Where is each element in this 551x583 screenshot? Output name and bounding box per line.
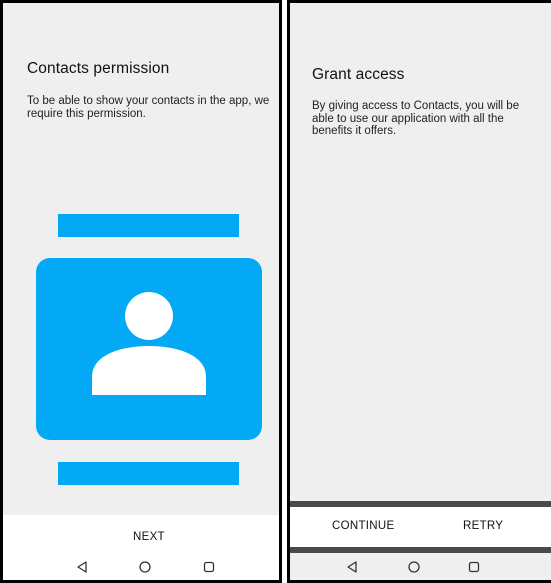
- next-button[interactable]: NEXT: [133, 531, 165, 543]
- recents-icon[interactable]: [467, 560, 481, 574]
- access-description: By giving access to Contacts, you will b…: [312, 100, 520, 137]
- contacts-permission-screen: Contacts permission To be able to show y…: [0, 0, 282, 583]
- dialog-button-bar: CONTINUE RETRY: [290, 507, 551, 547]
- home-icon[interactable]: [407, 560, 421, 574]
- retry-button[interactable]: RETRY: [463, 520, 503, 532]
- system-navigation-bar: [3, 553, 279, 580]
- back-icon[interactable]: [345, 560, 359, 574]
- recents-icon[interactable]: [202, 560, 216, 574]
- page-title: Grant access: [312, 66, 405, 83]
- home-icon[interactable]: [138, 560, 152, 574]
- system-navigation-bar: [290, 553, 551, 580]
- continue-button[interactable]: CONTINUE: [332, 520, 394, 532]
- grant-access-screen: Grant access By giving access to Contact…: [287, 0, 551, 583]
- contact-card-icon: [36, 258, 262, 440]
- illustration-bottom-bar: [58, 462, 239, 485]
- back-icon[interactable]: [75, 560, 89, 574]
